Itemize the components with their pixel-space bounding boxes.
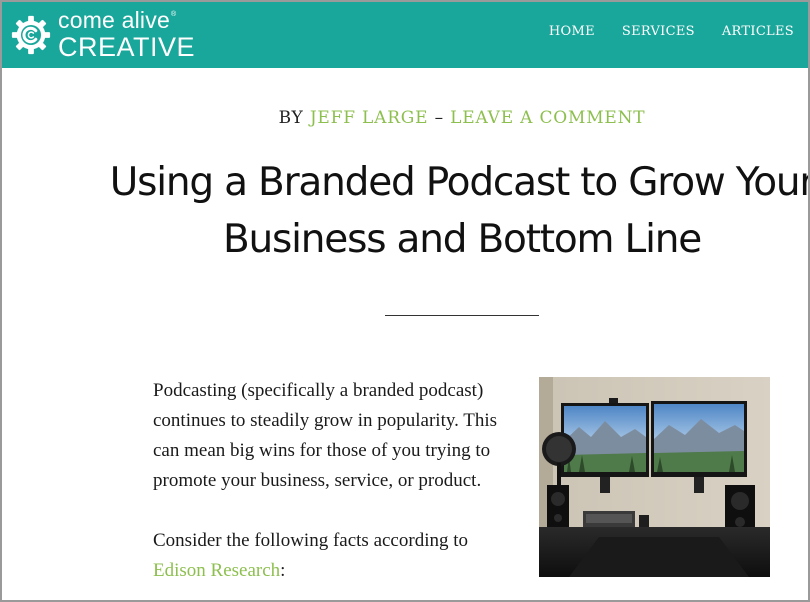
article-title: Using a Branded Podcast to Grow Your Bus… xyxy=(109,160,810,262)
nav-articles[interactable]: ARTICLES xyxy=(722,24,794,39)
nav-home[interactable]: HOME xyxy=(549,24,595,39)
site-logo[interactable]: come alive® CREATIVE xyxy=(10,8,195,62)
byline-dash: – xyxy=(434,108,444,128)
title-divider xyxy=(385,315,539,316)
author-link[interactable]: JEFF LARGE xyxy=(310,108,429,128)
gear-c-logo-icon xyxy=(11,15,51,55)
article-byline: BY JEFF LARGE – LEAVE A COMMENT xyxy=(2,108,808,128)
article-body: Podcasting (specifically a branded podca… xyxy=(153,376,523,586)
site-header: come alive® CREATIVE HOME SERVICES ARTIC… xyxy=(2,2,808,68)
podcast-studio-photo xyxy=(539,377,770,577)
byline-by: BY xyxy=(278,108,304,128)
nav-services[interactable]: SERVICES xyxy=(622,24,695,39)
browser-frame: come alive® CREATIVE HOME SERVICES ARTIC… xyxy=(0,0,810,602)
intro-paragraph: Podcasting (specifically a branded podca… xyxy=(153,380,498,491)
logo-wordmark: come alive® CREATIVE xyxy=(58,6,196,62)
logo-line2: CREATIVE xyxy=(58,31,196,62)
facts-paragraph: Consider the following facts according t… xyxy=(153,526,523,586)
facts-suffix: : xyxy=(280,560,286,581)
facts-prefix: Consider the following facts according t… xyxy=(153,530,469,551)
logo-line1: come alive® xyxy=(58,6,177,33)
edison-research-link[interactable]: Edison Research xyxy=(153,560,280,581)
main-nav: HOME SERVICES ARTICLES xyxy=(549,2,794,60)
trademark-symbol: ® xyxy=(170,10,177,18)
leave-comment-link[interactable]: LEAVE A COMMENT xyxy=(450,108,645,128)
